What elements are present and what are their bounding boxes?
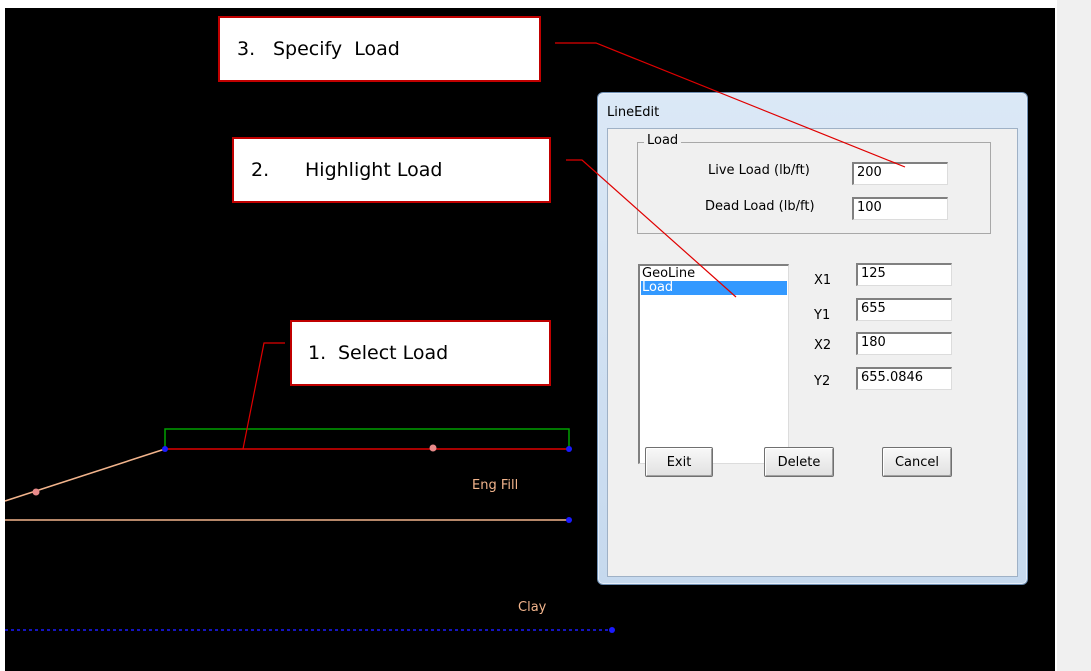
callout-highlight-load: 2. Highlight Load <box>232 137 551 203</box>
callout-number: 3. <box>237 38 256 60</box>
callout-number: 1. <box>308 342 327 364</box>
leader-highlight-load <box>566 159 737 298</box>
callout-select-load: 1. Select Load <box>290 320 551 386</box>
leader-specify-load <box>555 42 906 168</box>
callout-specify-load: 3. Specify Load <box>218 16 541 82</box>
callout-number: 2. <box>251 159 270 181</box>
callout-text: Specify Load <box>273 38 400 60</box>
callout-text: Select Load <box>338 342 449 364</box>
leader-select-load <box>242 342 285 450</box>
callout-text: Highlight Load <box>305 159 443 181</box>
